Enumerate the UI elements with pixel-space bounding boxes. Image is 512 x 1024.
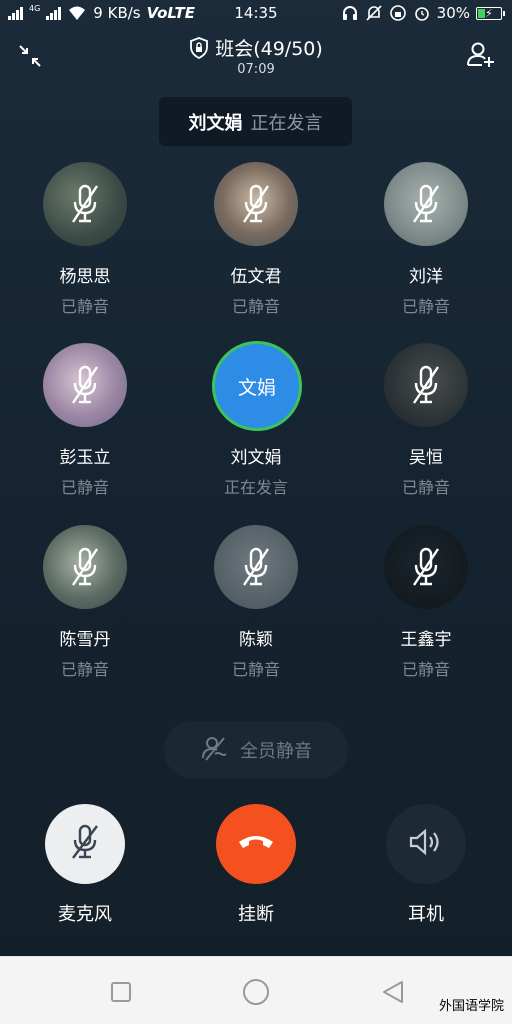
avatar — [43, 525, 127, 609]
participant-status: 已静音 — [401, 660, 450, 679]
avatar — [384, 162, 468, 246]
speaker-toggle-button[interactable] — [386, 804, 466, 884]
avatar-initials: 文娟 — [237, 376, 276, 399]
avatar — [384, 343, 468, 427]
system-nav-bar: 外国语学院 — [0, 956, 512, 1024]
mic-label: 麦克风 — [58, 904, 112, 925]
avatar — [214, 162, 298, 246]
avatar — [214, 525, 298, 609]
participant-name: 彭玉立 — [59, 448, 111, 468]
mic-muted-icon — [67, 182, 103, 226]
rotation-lock-icon — [389, 4, 407, 22]
current-speaker-state: 正在发言 — [250, 112, 323, 134]
watermark-text: 外国语学院 — [438, 999, 504, 1014]
participant-status: 已静音 — [60, 478, 109, 497]
add-user-icon[interactable] — [466, 40, 496, 70]
participant-status: 已静音 — [401, 478, 450, 497]
conference-title: 班会(49/50) — [0, 34, 512, 61]
current-speaker-banner: 刘文娟 正在发言 — [159, 97, 352, 146]
participant-status: 正在发言 — [223, 478, 288, 497]
call-screen: 4G 9 KB/s VoLTE 14:35 30% ⚡ 班会(49/50) 07… — [0, 0, 512, 956]
earpiece-label: 耳机 — [408, 904, 444, 925]
participant-status: 已静音 — [231, 660, 280, 679]
mic-muted-icon — [67, 363, 103, 407]
mic-muted-icon — [408, 363, 444, 407]
participant-name: 陈颖 — [239, 630, 273, 650]
mute-all-button[interactable]: 全员静音 — [164, 721, 348, 779]
participant-name: 刘洋 — [409, 267, 443, 287]
home-button[interactable] — [241, 977, 271, 1007]
participant-name: 陈雪丹 — [59, 630, 111, 650]
alarm-icon — [413, 4, 431, 22]
status-bar: 4G 9 KB/s VoLTE 14:35 30% ⚡ — [0, 0, 512, 28]
back-button[interactable] — [378, 977, 408, 1007]
mute-all-label: 全员静音 — [240, 741, 312, 762]
recents-button[interactable] — [106, 977, 136, 1007]
hangup-button[interactable] — [216, 804, 296, 884]
mic-muted-icon — [238, 182, 274, 226]
mic-muted-icon — [408, 182, 444, 226]
avatar — [43, 162, 127, 246]
shield-lock-icon — [189, 36, 209, 59]
hangup-label: 挂断 — [238, 904, 274, 925]
mic-muted-icon — [408, 545, 444, 589]
avatar — [384, 525, 468, 609]
participant-name: 杨思思 — [59, 267, 111, 287]
participant-name: 刘文娟 — [230, 448, 282, 468]
participant-status: 已静音 — [231, 297, 280, 316]
mic-muted-icon — [67, 545, 103, 589]
mute-all-icon — [200, 734, 228, 766]
participant-name: 伍文君 — [230, 267, 282, 287]
hangup-icon — [237, 832, 275, 856]
mic-off-icon — [68, 823, 102, 865]
current-speaker-name: 刘文娟 — [188, 112, 243, 134]
battery-icon: ⚡ — [476, 6, 505, 20]
headset-icon — [341, 4, 359, 22]
call-duration: 07:09 — [237, 62, 275, 77]
participant-status: 已静音 — [60, 660, 109, 679]
mic-toggle-button[interactable] — [45, 804, 125, 884]
participant-status: 已静音 — [401, 297, 450, 316]
mic-muted-icon — [238, 545, 274, 589]
speaker-icon — [408, 827, 444, 861]
participant-status: 已静音 — [60, 297, 109, 316]
mute-notification-icon — [365, 4, 383, 22]
participant-name: 王鑫宇 — [400, 630, 452, 650]
avatar-speaking: 文娟 — [212, 341, 302, 431]
battery-percent: 30% — [436, 4, 470, 22]
avatar — [43, 343, 127, 427]
conference-name: 班会(49/50) — [215, 38, 323, 60]
participant-name: 吴恒 — [409, 448, 443, 468]
